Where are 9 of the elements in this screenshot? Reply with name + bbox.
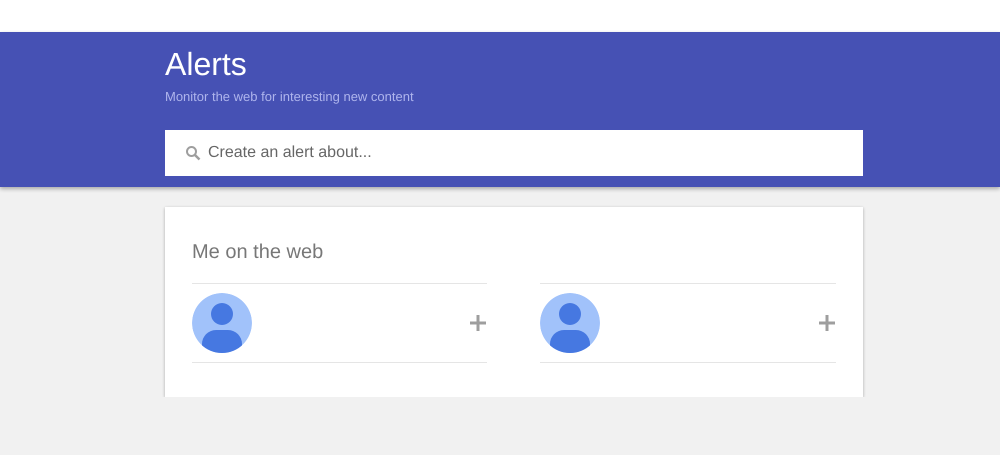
avatar-icon bbox=[540, 293, 600, 353]
card-title: Me on the web bbox=[192, 240, 324, 264]
search-field[interactable]: Create an alert about... bbox=[165, 130, 863, 176]
plus-icon[interactable] bbox=[469, 314, 487, 332]
page-title: Alerts bbox=[165, 45, 247, 83]
search-icon bbox=[185, 145, 201, 161]
plus-icon[interactable] bbox=[818, 314, 836, 332]
page-subtitle: Monitor the web for interesting new content bbox=[165, 89, 414, 104]
avatar-icon bbox=[192, 293, 252, 353]
